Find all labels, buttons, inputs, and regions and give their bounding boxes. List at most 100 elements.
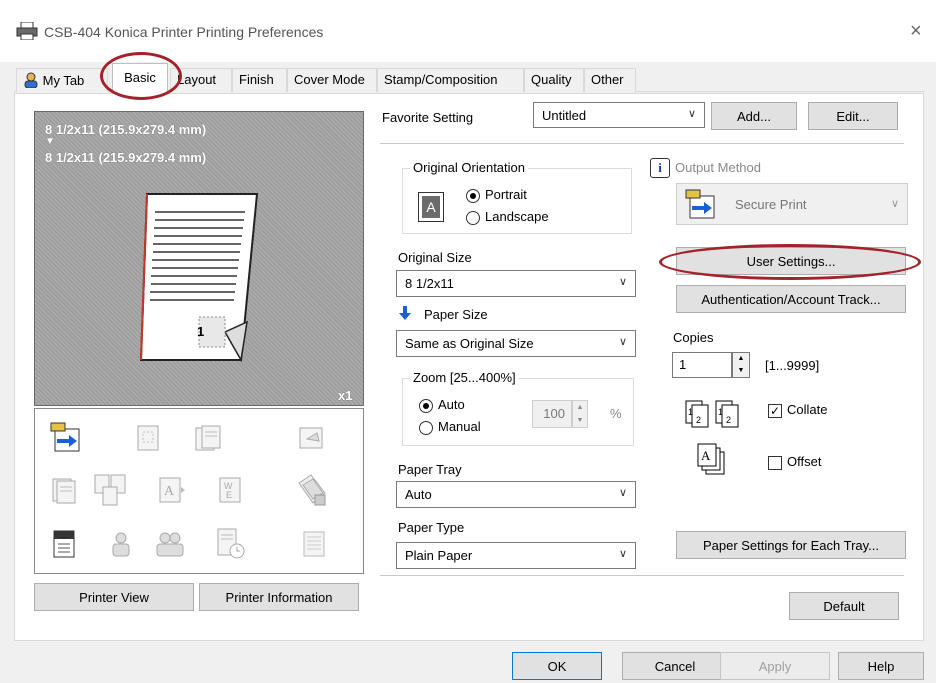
ok-button[interactable]: OK bbox=[512, 652, 602, 680]
chevron-down-icon: ∨ bbox=[890, 198, 899, 210]
zoom-manual-radio[interactable] bbox=[419, 421, 433, 435]
info-icon[interactable]: i bbox=[650, 158, 670, 178]
copies-range: [1...9999] bbox=[765, 358, 820, 373]
svg-text:A: A bbox=[701, 448, 711, 463]
tab-cover-mode[interactable]: Cover Mode bbox=[287, 68, 377, 92]
paper-preview: 8 1/2x11 (215.9x279.4 mm) ▼ 8 1/2x11 (21… bbox=[34, 111, 364, 406]
tab-label: Finish bbox=[239, 72, 274, 87]
output-method-select[interactable]: Secure Print ∨ bbox=[676, 183, 908, 225]
svg-text:1: 1 bbox=[688, 407, 693, 417]
page-number: 1 bbox=[197, 324, 205, 339]
down-arrow-icon: ▼ bbox=[45, 136, 55, 147]
divider bbox=[380, 143, 904, 144]
page-preview-icon bbox=[139, 193, 259, 363]
watermark-icon[interactable]: WE bbox=[215, 475, 245, 505]
paper-size-select[interactable]: Same as Original Size ∨ bbox=[396, 330, 636, 357]
portrait-radio[interactable] bbox=[466, 189, 480, 203]
tab-label: Cover Mode bbox=[294, 72, 365, 87]
zoom-group bbox=[402, 378, 634, 446]
zoom-unit: % bbox=[610, 406, 622, 421]
copies-input[interactable]: 1 bbox=[672, 352, 732, 378]
zoom-spinner[interactable]: ▲ ▼ bbox=[572, 400, 588, 428]
original-size-value: 8 1/2x11 bbox=[405, 276, 454, 291]
edit-favorite-button[interactable]: Edit... bbox=[808, 102, 898, 130]
favorite-setting-select[interactable]: Untitled ∨ bbox=[533, 102, 705, 128]
tab-label: Stamp/Composition bbox=[384, 72, 498, 87]
landscape-radio[interactable] bbox=[466, 211, 480, 225]
favorite-setting-label: Favorite Setting bbox=[382, 110, 474, 125]
zoom-legend: Zoom [25...400%] bbox=[410, 370, 519, 385]
chevron-down-icon: ∨ bbox=[687, 108, 696, 120]
tab-finish[interactable]: Finish bbox=[232, 68, 287, 92]
tab-other[interactable]: Other bbox=[584, 68, 636, 92]
printer-information-button[interactable]: Printer Information bbox=[199, 583, 359, 611]
paper-type-select[interactable]: Plain Paper ∨ bbox=[396, 542, 636, 569]
original-size-text: 8 1/2x11 (215.9x279.4 mm) bbox=[45, 122, 207, 137]
chevron-down-icon: ∨ bbox=[618, 487, 627, 499]
apply-button[interactable]: Apply bbox=[720, 652, 830, 680]
output-size-text: 8 1/2x11 (215.9x279.4 mm) bbox=[45, 150, 207, 165]
paper-size-value: Same as Original Size bbox=[405, 336, 534, 351]
offset-checkbox[interactable] bbox=[768, 456, 782, 470]
original-size-select[interactable]: 8 1/2x11 ∨ bbox=[396, 270, 636, 297]
printer-view-button[interactable]: Printer View bbox=[34, 583, 194, 611]
staple-icon[interactable] bbox=[193, 423, 223, 453]
schedule-icon[interactable] bbox=[215, 527, 247, 561]
cancel-button[interactable]: Cancel bbox=[622, 652, 728, 680]
output-method-value: Secure Print bbox=[735, 197, 807, 212]
user-settings-icon[interactable] bbox=[49, 529, 79, 559]
down-arrow-icon bbox=[399, 306, 411, 320]
punch-icon[interactable] bbox=[297, 423, 327, 453]
user-settings-button[interactable]: User Settings... bbox=[676, 247, 906, 275]
tab-label: Basic bbox=[124, 70, 156, 85]
booklet-icon[interactable] bbox=[133, 423, 163, 453]
overlay-icon[interactable] bbox=[295, 473, 329, 507]
paper-settings-each-tray-button[interactable]: Paper Settings for Each Tray... bbox=[676, 531, 906, 559]
paper-type-value: Plain Paper bbox=[405, 548, 473, 563]
window-title: CSB-404 Konica Printer Printing Preferen… bbox=[44, 24, 324, 40]
tab-label: Layout bbox=[177, 72, 217, 87]
offset-icon: A bbox=[697, 443, 725, 475]
collate-checkbox[interactable]: ✓ bbox=[768, 404, 782, 418]
tab-stamp-composition[interactable]: Stamp/Composition bbox=[377, 68, 524, 92]
tab-layout[interactable]: Layout bbox=[170, 68, 232, 92]
svg-text:2: 2 bbox=[726, 415, 731, 425]
filing-icon[interactable] bbox=[299, 529, 329, 559]
favorite-setting-value: Untitled bbox=[542, 108, 587, 123]
collate-label: Collate bbox=[787, 402, 828, 417]
collate-icon: 12 12 bbox=[685, 400, 739, 428]
user-auth-icon[interactable] bbox=[107, 529, 137, 559]
paper-type-label: Paper Type bbox=[398, 520, 465, 535]
combination-icon[interactable] bbox=[93, 473, 127, 507]
add-favorite-button[interactable]: Add... bbox=[711, 102, 797, 130]
tab-label: Other bbox=[591, 72, 624, 87]
svg-text:2: 2 bbox=[696, 415, 701, 425]
svg-text:A: A bbox=[164, 484, 175, 499]
zoom-value-input[interactable]: 100 bbox=[532, 400, 572, 428]
paper-tray-value: Auto bbox=[405, 487, 432, 502]
paper-tray-label: Paper Tray bbox=[398, 462, 462, 477]
tab-basic[interactable]: Basic bbox=[112, 63, 168, 94]
copies-spinner[interactable]: ▲ ▼ bbox=[732, 352, 750, 378]
tab-my-tab[interactable]: My Tab bbox=[16, 68, 108, 92]
output-method-label: Output Method bbox=[675, 160, 761, 175]
paper-size-label: Paper Size bbox=[424, 307, 488, 322]
svg-text:E: E bbox=[226, 490, 232, 500]
authentication-account-track-button[interactable]: Authentication/Account Track... bbox=[676, 285, 906, 313]
help-button[interactable]: Help bbox=[838, 652, 924, 680]
offset-label: Offset bbox=[787, 454, 822, 469]
chevron-down-icon: ∨ bbox=[618, 276, 627, 288]
zoom-auto-radio[interactable] bbox=[419, 399, 433, 413]
chevron-down-icon: ∨ bbox=[618, 336, 627, 348]
tab-label: Quality bbox=[531, 72, 572, 87]
close-icon[interactable]: × bbox=[910, 20, 922, 43]
tab-quality[interactable]: Quality bbox=[524, 68, 584, 92]
copy-icon[interactable] bbox=[49, 475, 79, 505]
secure-print-icon[interactable] bbox=[49, 421, 83, 453]
account-track-icon[interactable] bbox=[153, 529, 187, 559]
printer-icon bbox=[16, 22, 38, 40]
stamp-icon[interactable]: A bbox=[157, 475, 187, 505]
paper-tray-select[interactable]: Auto ∨ bbox=[396, 481, 636, 508]
orientation-legend: Original Orientation bbox=[410, 160, 528, 175]
default-button[interactable]: Default bbox=[789, 592, 899, 620]
